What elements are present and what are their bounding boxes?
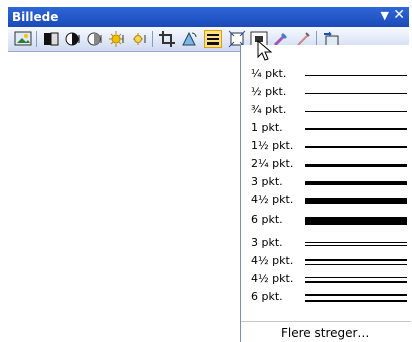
mouse-cursor-icon — [257, 39, 273, 61]
